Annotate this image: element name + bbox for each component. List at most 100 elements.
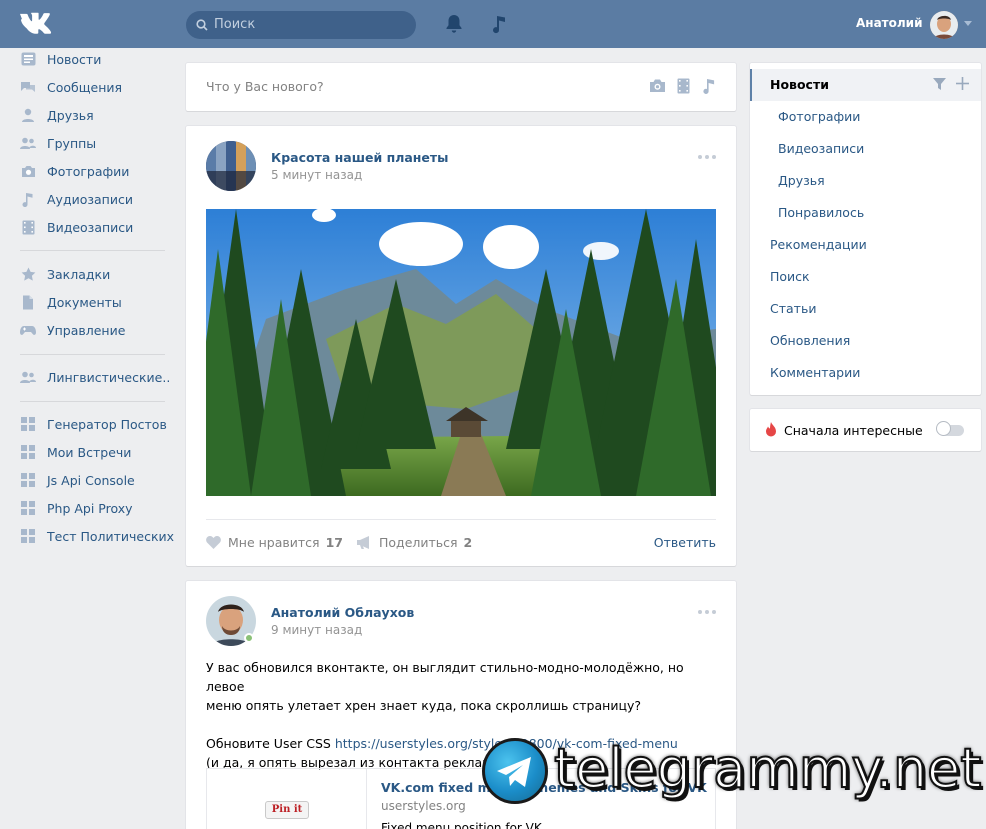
sidebar-item-messages[interactable]: Сообщения — [20, 77, 122, 97]
user-name[interactable]: Анатолий — [856, 16, 922, 30]
sidebar-item-label: Видеозаписи — [47, 219, 134, 235]
group-avatar[interactable] — [206, 141, 256, 191]
sidebar-item-community[interactable]: Лингвистические.. — [20, 367, 170, 387]
sidebar-item-video[interactable]: Видеозаписи — [20, 217, 133, 237]
sidebar-item-label: Тест Политических — [47, 528, 175, 544]
attachment-thumbnail: Pin it — [207, 769, 367, 829]
menu-item-videos[interactable]: Видеозаписи — [778, 141, 864, 156]
menu-item-comments[interactable]: Комментарии — [770, 365, 860, 380]
menu-item-news[interactable]: Новости — [770, 77, 829, 92]
menu-item-friends[interactable]: Друзья — [778, 173, 825, 188]
attachment-site: userstyles.org — [381, 799, 466, 813]
sidebar-item-app[interactable]: Php Api Proxy — [20, 498, 133, 518]
sidebar-item-label: Генератор Постов — [47, 416, 167, 432]
post-text-line: меню опять улетает хрен знает куда, пока… — [206, 698, 641, 713]
camera-icon — [20, 163, 36, 179]
community-icon — [20, 369, 36, 385]
star-icon — [20, 266, 36, 282]
like-label: Мне нравится — [228, 535, 320, 550]
app-icon — [20, 444, 36, 460]
attachment-description: Fixed menu position for VK — [381, 821, 542, 829]
menu-item-liked[interactable]: Понравилось — [778, 205, 864, 220]
fire-icon — [766, 422, 776, 437]
post-author[interactable]: Красота нашей планеты — [271, 150, 448, 165]
post-divider — [206, 519, 716, 520]
document-icon — [20, 294, 36, 310]
filter-icon[interactable] — [933, 78, 946, 90]
sidebar-item-label: Документы — [47, 294, 122, 310]
menu-item-recommendations[interactable]: Рекомендации — [770, 237, 867, 252]
user-avatar[interactable] — [930, 11, 958, 39]
toggle-switch[interactable] — [936, 421, 951, 436]
post-time[interactable]: 9 минут назад — [271, 623, 362, 637]
bell-icon[interactable] — [445, 14, 463, 34]
vk-logo-icon[interactable] — [20, 12, 54, 36]
composer-input[interactable]: Что у Вас нового? — [206, 79, 324, 94]
post-time[interactable]: 5 минут назад — [271, 168, 362, 182]
sidebar-item-documents[interactable]: Документы — [20, 292, 122, 312]
sidebar-item-app[interactable]: Генератор Постов — [20, 414, 167, 434]
sidebar-item-label: Фотографии — [47, 163, 130, 179]
plus-icon[interactable] — [956, 77, 969, 90]
news-icon — [20, 51, 36, 67]
music-icon — [20, 191, 36, 207]
sidebar-item-bookmarks[interactable]: Закладки — [20, 264, 110, 284]
like-button[interactable]: Мне нравится 17 — [206, 535, 343, 550]
search-bar[interactable]: Поиск — [186, 11, 416, 39]
reply-button[interactable]: Ответить — [654, 535, 716, 550]
watermark: telegrammy.net — [482, 737, 986, 818]
chevron-down-icon[interactable] — [964, 21, 972, 26]
like-count: 17 — [325, 535, 343, 550]
sidebar-item-photos[interactable]: Фотографии — [20, 161, 129, 181]
sidebar-item-label: Группы — [47, 135, 97, 151]
sidebar-item-friends[interactable]: Друзья — [20, 105, 94, 125]
menu-item-updates[interactable]: Обновления — [770, 333, 850, 348]
sidebar-item-audio[interactable]: Аудиозаписи — [20, 189, 133, 209]
share-button[interactable]: Поделиться 2 — [357, 535, 472, 550]
online-indicator — [244, 633, 254, 643]
watermark-text: telegrammy.net — [553, 737, 982, 801]
post-card: Красота нашей планеты 5 минут назад Мне … — [186, 126, 736, 566]
sidebar-item-manage[interactable]: Управление — [20, 320, 125, 340]
sidebar-item-groups[interactable]: Группы — [20, 133, 96, 153]
sidebar-item-news[interactable]: Новости — [20, 49, 101, 69]
post-text-line: У вас обновился вконтакте, он выглядит с… — [206, 660, 684, 694]
app-icon — [20, 472, 36, 488]
more-options-icon[interactable] — [698, 155, 716, 159]
pin-it-button[interactable]: Pin it — [265, 801, 309, 819]
post-composer[interactable]: Что у Вас нового? — [186, 63, 736, 111]
sidebar-item-app[interactable]: Мои Встречи — [20, 442, 131, 462]
sidebar-item-label: Друзья — [47, 107, 94, 123]
menu-item-photos[interactable]: Фотографии — [778, 109, 860, 124]
menu-item-articles[interactable]: Статьи — [770, 301, 816, 316]
post-author[interactable]: Анатолий Облаухов — [271, 605, 414, 620]
news-filter-menu: Новости Фотографии Видеозаписи Друзья По… — [750, 63, 981, 395]
camera-icon[interactable] — [649, 78, 666, 93]
more-options-icon[interactable] — [698, 610, 716, 614]
sidebar-item-label: Сообщения — [47, 79, 123, 95]
sidebar-divider — [20, 250, 165, 251]
sidebar-item-label: Php Api Proxy — [47, 500, 133, 516]
sidebar-item-label: Закладки — [47, 266, 111, 282]
top-header: Поиск Анатолий — [0, 0, 986, 48]
app-icon — [20, 528, 36, 544]
messages-icon — [20, 79, 36, 95]
sidebar-divider — [20, 354, 165, 355]
interesting-first-toggle-card[interactable]: Сначала интересные — [750, 409, 981, 451]
post-image[interactable] — [206, 209, 716, 496]
share-count: 2 — [463, 535, 473, 550]
music-icon[interactable] — [491, 14, 507, 34]
megaphone-icon — [357, 536, 369, 549]
film-icon[interactable] — [677, 78, 690, 94]
gamepad-icon — [20, 322, 36, 338]
sidebar-item-label: Аудиозаписи — [47, 191, 133, 207]
sidebar-item-app[interactable]: Js Api Console — [20, 470, 135, 490]
app-icon — [20, 416, 36, 432]
sidebar-item-app[interactable]: Тест Политических — [20, 526, 174, 546]
menu-item-search[interactable]: Поиск — [770, 269, 810, 284]
groups-icon — [20, 135, 36, 151]
search-input[interactable]: Поиск — [214, 17, 255, 32]
share-label: Поделиться — [379, 535, 458, 550]
toggle-label: Сначала интересные — [784, 423, 923, 438]
music-icon[interactable] — [703, 78, 716, 94]
